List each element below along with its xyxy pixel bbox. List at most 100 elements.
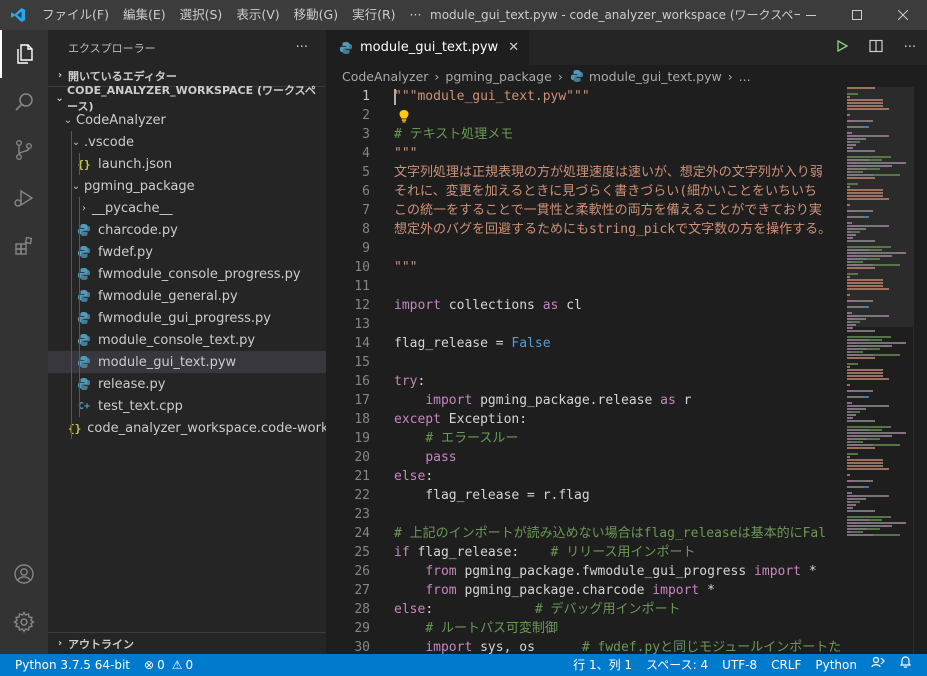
explorer-icon[interactable] — [0, 30, 48, 78]
code-line[interactable] — [394, 353, 846, 372]
tree-item[interactable]: ⌄ .vscode — [48, 131, 326, 153]
code-token: import — [394, 298, 441, 313]
code-token: import — [425, 640, 473, 654]
code-line[interactable]: except Exception: — [394, 410, 846, 429]
line-number: 24 — [354, 526, 370, 541]
more-editor-actions-icon[interactable]: ··· — [893, 40, 927, 55]
code-line[interactable] — [394, 239, 846, 258]
close-tab-icon[interactable]: ✕ — [508, 40, 519, 55]
outline-section[interactable]: › アウトライン — [48, 632, 326, 654]
code-line[interactable] — [394, 505, 846, 524]
tree-item-label: fwdef.py — [98, 244, 153, 260]
tree-item[interactable]: fwmodule_console_progress.py — [48, 263, 326, 285]
minimap[interactable] — [847, 87, 913, 654]
tree-item[interactable]: {} launch.json — [48, 153, 326, 175]
close-window-icon[interactable] — [880, 0, 926, 30]
run-debug-icon[interactable] — [0, 174, 48, 222]
code-line[interactable] — [394, 106, 846, 125]
tree-item[interactable]: ⌄ pgming_package — [48, 175, 326, 197]
language-mode-status[interactable]: Python — [808, 654, 864, 676]
tree-item[interactable]: fwmodule_gui_progress.py — [48, 307, 326, 329]
code-line[interactable]: 想定外のバグを回避するためにもstring_pickで文字数の方を操作する。 — [394, 220, 846, 239]
tree-item[interactable]: {} code_analyzer_workspace.code-workspace — [48, 417, 326, 439]
indent-guide — [79, 197, 80, 219]
menu-item-2[interactable]: 選択(S) — [173, 0, 230, 30]
code-line[interactable]: flag_release = r.flag — [394, 486, 846, 505]
indentation-status[interactable]: スペース: 4 — [639, 654, 715, 676]
code-editor[interactable]: 1 2 3 4 5 6 7 8 9 10 11 12 13 14 15 16 17 18 19 20 21 22 23 24 2… — [326, 87, 927, 654]
tree-item[interactable]: fwmodule_general.py — [48, 285, 326, 307]
menu-item-4[interactable]: 移動(G) — [287, 0, 345, 30]
tree-item-label: test_text.cpp — [98, 398, 183, 414]
code-line[interactable]: import sys, os # fwdef.pyと同じモジュールインポートた — [394, 638, 846, 654]
code-line[interactable]: import collections as cl — [394, 296, 846, 315]
problems-status[interactable]: ⊗ 0 ⚠ 0 — [137, 654, 200, 676]
tree-item[interactable]: charcode.py — [48, 219, 326, 241]
tree-item[interactable]: release.py — [48, 373, 326, 395]
code-lines[interactable]: """module_gui_text.pyw""" # テキスト処理メモ """ 文字… — [394, 87, 846, 654]
settings-gear-icon[interactable] — [0, 598, 48, 646]
tree-item[interactable]: fwdef.py — [48, 241, 326, 263]
menu-item-1[interactable]: 編集(E) — [116, 0, 173, 30]
line-number: 13 — [354, 317, 370, 332]
menu-item-0[interactable]: ファイル(F) — [35, 0, 116, 30]
menu-item-6[interactable]: ··· — [403, 0, 429, 30]
line-number: 8 — [362, 222, 370, 237]
tree-item[interactable]: C+ test_text.cpp — [48, 395, 326, 417]
tree-item[interactable]: ⌄ CodeAnalyzer — [48, 109, 326, 131]
code-line[interactable]: if flag_release: # リリース用インポート — [394, 543, 846, 562]
lightbulb-icon[interactable] — [396, 106, 412, 125]
tree-item[interactable]: module_console_text.py — [48, 329, 326, 351]
feedback-icon[interactable] — [864, 654, 892, 676]
tab-module-gui-text[interactable]: module_gui_text.pyw ✕ — [326, 30, 530, 65]
code-line[interactable]: 文字列処理は正規表現の方が処理速度は速いが、想定外の文字列が入り弱 — [394, 163, 846, 182]
code-line[interactable]: flag_release = False — [394, 334, 846, 353]
breadcrumb-item[interactable]: pgming_package — [445, 69, 551, 84]
search-icon[interactable] — [0, 78, 48, 126]
code-line[interactable]: try: — [394, 372, 846, 391]
tree-item[interactable]: module_gui_text.pyw — [48, 351, 326, 373]
minimap-line — [847, 534, 913, 537]
code-line[interactable]: from pgming_package.fwmodule_gui_progres… — [394, 562, 846, 581]
menu-item-5[interactable]: 実行(R) — [345, 0, 402, 30]
maximize-icon[interactable] — [834, 0, 880, 30]
code-line[interactable]: from pgming_package.charcode import * — [394, 581, 846, 600]
code-line[interactable]: # テキスト処理メモ — [394, 125, 846, 144]
cursor-position-status[interactable]: 行 1、列 1 — [566, 654, 639, 676]
tree-item[interactable]: › __pycache__ — [48, 197, 326, 219]
minimize-icon[interactable] — [788, 0, 834, 30]
encoding-status[interactable]: UTF-8 — [715, 654, 764, 676]
code-line[interactable]: """module_gui_text.pyw""" — [394, 87, 846, 106]
run-file-icon[interactable] — [825, 39, 859, 56]
code-line[interactable]: それに、変更を加えるときに見づらく書きづらい(細かいことをいちいち — [394, 182, 846, 201]
code-line[interactable]: else: # デバッグ用インポート — [394, 600, 846, 619]
minimap-slider[interactable] — [847, 87, 913, 327]
source-control-icon[interactable] — [0, 126, 48, 174]
breadcrumb-item[interactable]: ... — [739, 69, 751, 84]
code-line[interactable] — [394, 315, 846, 334]
split-editor-icon[interactable] — [859, 39, 893, 57]
code-line[interactable]: # ルートパス可変制御 — [394, 619, 846, 638]
code-line[interactable]: # 上記のインポートが読み込めない場合はflag_releaseは基本的にFal — [394, 524, 846, 543]
menu-item-3[interactable]: 表示(V) — [229, 0, 286, 30]
workspace-section[interactable]: ⌄ CODE_ANALYZER_WORKSPACE (ワークスペース) — [48, 84, 326, 113]
code-line[interactable]: pass — [394, 448, 846, 467]
code-line[interactable]: # エラースルー — [394, 429, 846, 448]
code-token: 想定外のバグを回避するためにもstring_pickで文字数の方を操作する。 — [394, 222, 832, 237]
breadcrumb-item[interactable]: CodeAnalyzer — [342, 69, 428, 84]
code-line[interactable]: import pgming_package.release as r — [394, 391, 846, 410]
code-line[interactable] — [394, 277, 846, 296]
code-line[interactable]: else: — [394, 467, 846, 486]
python-interpreter-status[interactable]: Python 3.7.5 64-bit — [0, 654, 137, 676]
account-icon[interactable] — [0, 550, 48, 598]
code-line[interactable]: この統一をすることで一貫性と柔軟性の両方を備えることができており実 — [394, 201, 846, 220]
code-line[interactable]: """ — [394, 258, 846, 277]
notifications-bell-icon[interactable] — [892, 654, 919, 676]
more-actions-icon[interactable]: ··· — [296, 30, 308, 65]
extensions-icon[interactable] — [0, 222, 48, 270]
breadcrumb-item[interactable]: module_gui_text.pyw — [589, 69, 722, 84]
indent-guide — [71, 373, 72, 395]
code-line[interactable]: """ — [394, 144, 846, 163]
eol-status[interactable]: CRLF — [764, 654, 808, 676]
vertical-scrollbar[interactable] — [913, 87, 927, 654]
